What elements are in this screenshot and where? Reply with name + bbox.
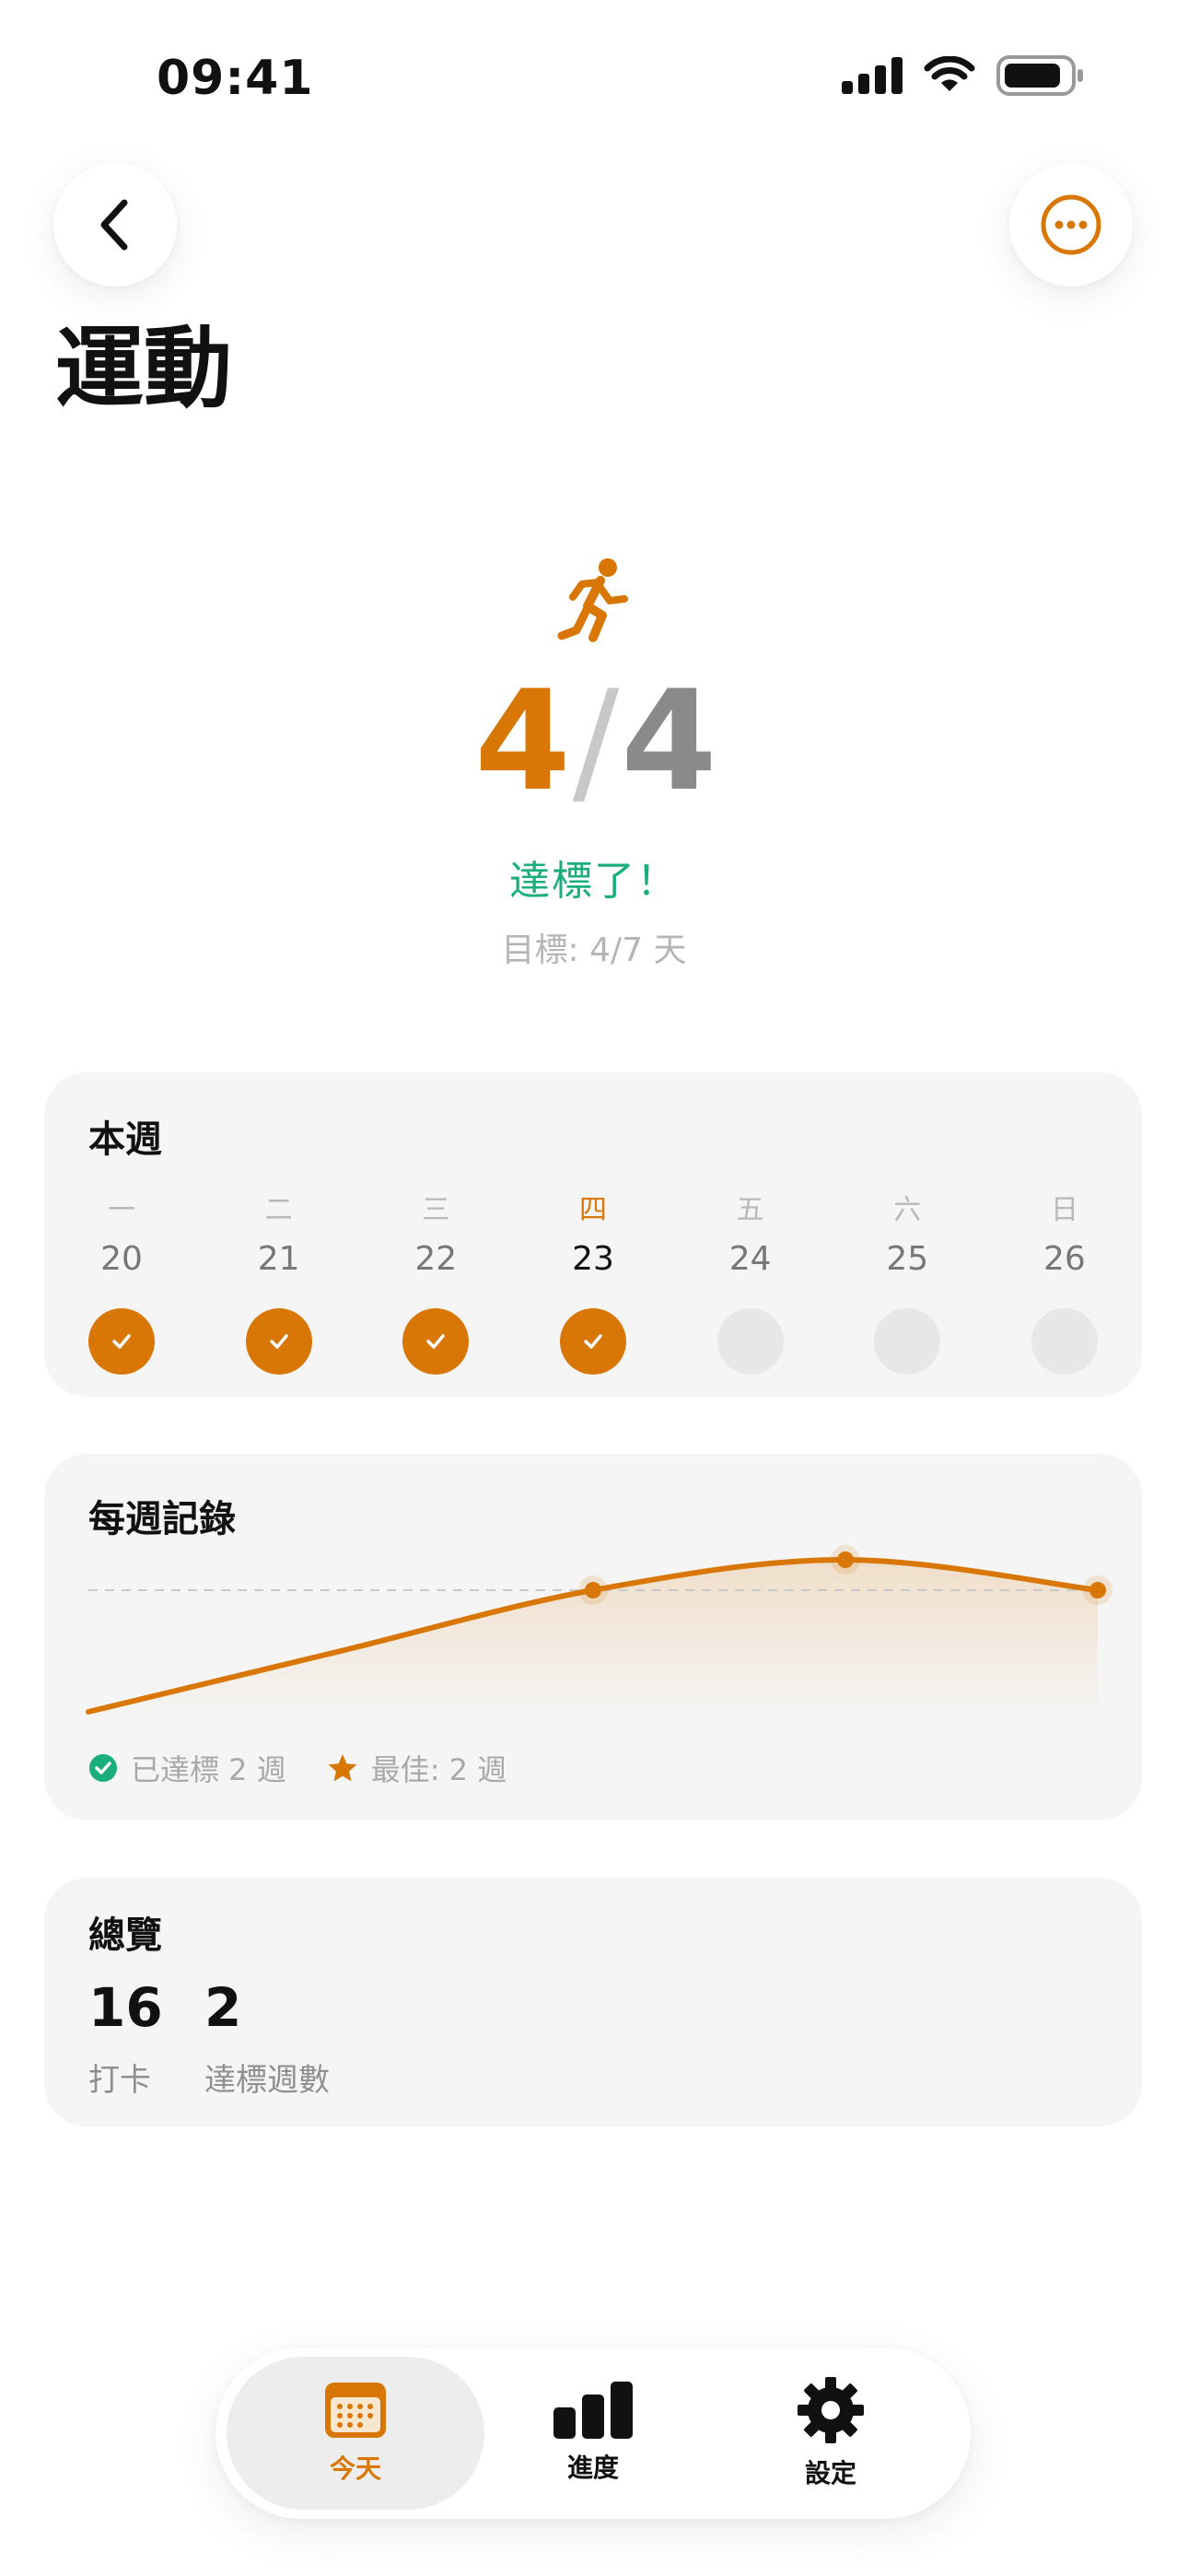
day-status-circle[interactable]	[402, 1308, 470, 1375]
day-date: 21	[257, 1240, 300, 1278]
week-days: 一 20 二 21 三 22 四 23 五 24 六 25 日 26	[88, 1187, 1098, 1375]
legend-best: 最佳: 2 週	[327, 1747, 507, 1789]
day-column[interactable]: 四 23	[559, 1187, 626, 1375]
target-count: 4	[621, 662, 716, 822]
checkmark-icon	[426, 1334, 446, 1349]
checkmark-icon	[112, 1334, 131, 1349]
legend-achieved: 已達標 2 週	[88, 1747, 286, 1789]
ellipsis-circle-icon	[1041, 194, 1101, 255]
back-button[interactable]	[53, 163, 177, 287]
history-legend: 已達標 2 週 最佳: 2 週	[88, 1747, 547, 1789]
weekly-history-card: 每週記錄 已達標 2 週 最佳: 2 週	[44, 1454, 1142, 1821]
running-icon	[557, 558, 628, 642]
day-status-circle[interactable]	[559, 1308, 626, 1375]
tab-settings-label: 設定	[804, 2458, 856, 2488]
gear-icon	[798, 2377, 864, 2443]
day-label: 一	[108, 1194, 135, 1226]
overview-title: 總覽	[88, 1914, 162, 1957]
tab-settings[interactable]: 設定	[702, 2357, 960, 2510]
day-date: 23	[572, 1240, 614, 1278]
day-label: 五	[736, 1194, 764, 1226]
day-date: 20	[100, 1240, 143, 1278]
progress-score: 4/4	[0, 673, 1188, 811]
completed-count: 4	[474, 662, 570, 822]
tab-progress[interactable]: 進度	[464, 2357, 722, 2510]
tab-today-label: 今天	[329, 2453, 381, 2484]
day-column[interactable]: 五 24	[716, 1187, 784, 1375]
more-options-button[interactable]	[1009, 163, 1133, 287]
battery-icon	[996, 55, 1083, 96]
page-title: 運動	[55, 317, 232, 420]
achieved-weeks-value: 2	[204, 1976, 242, 2039]
checkmark-icon	[584, 1334, 602, 1349]
star-icon	[328, 1754, 357, 1782]
day-label: 二	[264, 1194, 293, 1226]
day-column[interactable]: 一 20	[88, 1187, 155, 1375]
checkmark-icon	[269, 1334, 288, 1349]
overview-card: 總覽 16 打卡 2 達標週數	[44, 1878, 1142, 2126]
bar-chart-icon	[553, 2382, 633, 2439]
day-column[interactable]: 三 22	[402, 1187, 470, 1375]
day-status-circle[interactable]	[716, 1308, 784, 1375]
achieved-text: 達標了！	[509, 858, 679, 905]
day-status-circle[interactable]	[88, 1308, 155, 1375]
day-label: 三	[422, 1194, 450, 1226]
day-status-circle[interactable]	[1031, 1308, 1098, 1375]
this-week-title: 本週	[88, 1118, 162, 1161]
checkins-label: 打卡	[88, 2062, 151, 2099]
score-separator: /	[572, 662, 620, 822]
day-label: 六	[893, 1194, 922, 1226]
day-label: 日	[1050, 1194, 1078, 1226]
day-status-circle[interactable]	[245, 1308, 312, 1375]
achieved-weeks-label: 達標週數	[204, 2062, 330, 2099]
day-label: 四	[578, 1194, 607, 1226]
this-week-card: 本週 一 20 二 21 三 22 四 23 五 24 六 25 日 26	[44, 1072, 1142, 1397]
check-circle-icon	[89, 1754, 117, 1782]
cellular-signal-icon	[842, 57, 903, 94]
tab-today[interactable]: 今天	[227, 2357, 484, 2510]
status-time: 09:41	[157, 51, 314, 106]
achieved-weeks-stat: 2 達標週數	[204, 1981, 330, 2100]
legend-best-text: 最佳: 2 週	[370, 1752, 507, 1787]
day-column[interactable]: 二 21	[245, 1187, 312, 1375]
day-date: 25	[886, 1240, 929, 1278]
goal-text: 目標: 4/7 天	[501, 931, 687, 969]
wifi-icon	[924, 56, 975, 91]
data-point	[1089, 1582, 1106, 1598]
legend-achieved-text: 已達標 2 週	[131, 1752, 286, 1787]
data-point	[585, 1582, 601, 1598]
day-date: 26	[1043, 1240, 1086, 1278]
data-point	[837, 1551, 854, 1568]
day-status-circle[interactable]	[874, 1308, 941, 1375]
tab-progress-label: 進度	[566, 2453, 619, 2483]
chevron-left-icon	[100, 199, 128, 251]
day-date: 22	[414, 1240, 458, 1278]
status-icons	[842, 55, 1085, 96]
day-date: 24	[728, 1240, 772, 1278]
tab-bar: 今天 進度 設定	[215, 2348, 971, 2519]
weekly-history-chart	[86, 1545, 1112, 1721]
checkins-value: 16	[88, 1976, 163, 2039]
day-column[interactable]: 六 25	[874, 1187, 941, 1375]
checkins-stat: 16 打卡	[88, 1981, 163, 2100]
calendar-icon	[325, 2383, 386, 2438]
day-column[interactable]: 日 26	[1031, 1187, 1098, 1375]
